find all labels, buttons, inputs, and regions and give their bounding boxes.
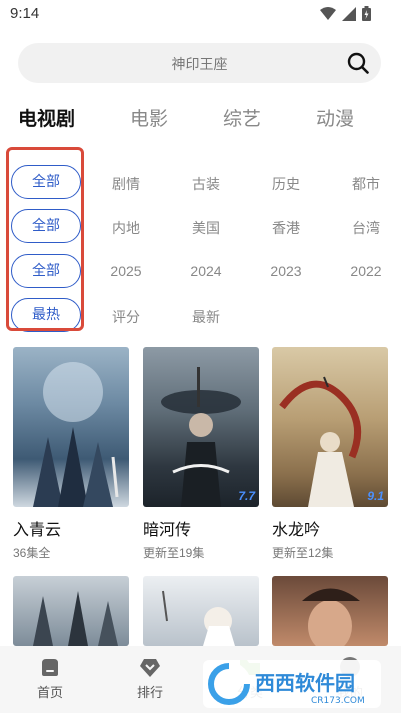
watermark-text: 西西软件园 xyxy=(255,671,355,695)
poster-art xyxy=(302,588,360,646)
tab-anime[interactable]: 动漫 xyxy=(316,104,354,131)
poster-art xyxy=(161,367,241,507)
show-episodes: 更新至12集 xyxy=(272,546,334,560)
show-poster[interactable]: 7.7 xyxy=(143,347,259,507)
show-episodes: 更新至19集 xyxy=(143,546,205,560)
filter-option[interactable]: 2022 xyxy=(350,263,381,279)
nav-ranking[interactable]: 排行 xyxy=(120,656,180,701)
show-card[interactable]: 9.1 水龙吟 更新至12集 xyxy=(272,347,388,561)
filter-option[interactable]: 香港 xyxy=(272,218,300,238)
ranking-icon xyxy=(140,659,160,677)
filter-option[interactable]: 美国 xyxy=(192,218,220,238)
filter-option[interactable]: 都市 xyxy=(352,174,380,194)
filter-option[interactable]: 最新 xyxy=(192,307,220,327)
filter-option[interactable]: 古装 xyxy=(192,174,220,194)
filter-option[interactable]: 2024 xyxy=(190,263,221,279)
battery-icon xyxy=(362,6,371,21)
filter-option[interactable]: 评分 xyxy=(112,307,140,327)
show-rating: 9.1 xyxy=(367,489,384,503)
poster-art xyxy=(33,362,119,507)
status-time: 9:14 xyxy=(10,5,40,22)
show-title[interactable]: 入青云 xyxy=(13,516,129,540)
tab-variety[interactable]: 综艺 xyxy=(223,104,261,131)
show-poster[interactable]: 9.1 xyxy=(272,347,388,507)
tab-movie[interactable]: 电影 xyxy=(130,104,168,131)
search-icon[interactable] xyxy=(347,52,369,74)
show-episodes: 36集全 xyxy=(13,546,51,560)
watermark-subtext: CR173.COM xyxy=(311,696,365,706)
status-bar: 9:14 xyxy=(0,0,401,28)
show-title[interactable]: 水龙吟 xyxy=(272,516,388,540)
tab-tv[interactable]: 电视剧 xyxy=(18,104,75,131)
show-rating: 7.7 xyxy=(238,489,255,503)
nav-ranking-label: 排行 xyxy=(136,685,163,700)
annotation-highlight-box xyxy=(6,147,84,331)
show-poster[interactable] xyxy=(272,576,388,646)
signal-icon xyxy=(342,6,356,21)
nav-home[interactable]: 首页 xyxy=(20,656,80,701)
poster-art xyxy=(162,590,235,646)
show-card[interactable]: 7.7 暗河传 更新至19集 xyxy=(143,347,259,561)
show-card[interactable]: 入青云 36集全 xyxy=(13,347,129,561)
home-icon xyxy=(42,659,58,676)
search-placeholder: 神印王座 xyxy=(171,56,228,72)
show-poster[interactable] xyxy=(143,576,259,646)
status-icons xyxy=(320,6,371,21)
poster-art xyxy=(279,376,362,507)
search-bar[interactable]: 神印王座 xyxy=(18,43,381,83)
category-tabs: 电视剧 电影 综艺 动漫 xyxy=(0,104,401,134)
filter-option[interactable]: 历史 xyxy=(272,174,300,194)
show-poster[interactable] xyxy=(13,347,129,507)
filter-option[interactable]: 2025 xyxy=(110,263,141,279)
poster-art xyxy=(33,591,118,646)
show-title[interactable]: 暗河传 xyxy=(143,516,259,540)
show-poster[interactable] xyxy=(13,576,129,646)
filter-option[interactable]: 2023 xyxy=(270,263,301,279)
nav-home-label: 首页 xyxy=(36,685,63,700)
filter-option[interactable]: 内地 xyxy=(112,218,140,238)
wifi-icon xyxy=(320,6,336,20)
filter-option[interactable]: 台湾 xyxy=(352,218,380,238)
watermark-logo: 西西软件园 CR173.COM xyxy=(203,660,381,708)
filter-option[interactable]: 剧情 xyxy=(112,174,140,194)
